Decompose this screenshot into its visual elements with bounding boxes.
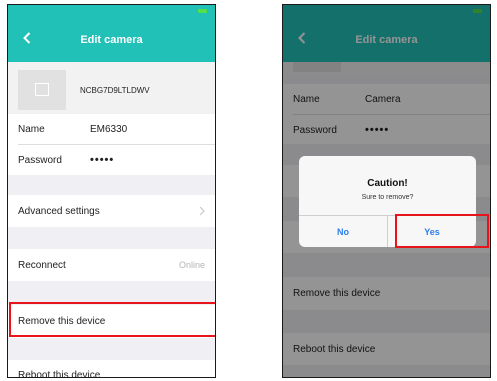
page-title: Edit camera [80,33,143,46]
no-button[interactable]: No [299,216,387,247]
remove-highlight-box [9,302,215,337]
chevron-right-icon [199,206,205,216]
chevron-left-icon [23,32,31,44]
password-value[interactable]: ••••• [90,154,114,166]
device-header: NCBG7D9LTLDWV [8,62,215,114]
reboot-device-label: Reboot this device [18,369,101,378]
name-value[interactable]: EM6330 [90,124,127,135]
password-row[interactable]: Password ••••• [8,145,215,175]
edit-camera-screen: Edit camera NCBG7D9LTLDWV Name EM6330 Pa… [7,4,216,378]
dialog-message: Sure to remove? [361,194,414,201]
camera-placeholder-icon [35,83,49,96]
device-id: NCBG7D9LTLDWV [80,86,150,95]
status-bar [8,5,215,17]
back-button[interactable] [18,28,36,48]
reconnect-row[interactable]: Reconnect Online [8,249,215,281]
nav-bar: Edit camera [8,17,215,62]
connection-status: Online [178,260,205,270]
camera-thumbnail [18,70,66,110]
name-label: Name [18,123,45,135]
battery-icon [198,9,207,13]
credentials-section: Name EM6330 Password ••••• [8,114,215,175]
reconnect-label: Reconnect [18,259,66,271]
advanced-settings-label: Advanced settings [18,205,100,217]
advanced-settings-content: Advanced settings [8,196,215,226]
password-label: Password [18,154,62,166]
yes-highlight-box [395,214,489,248]
reconnect-content: Reconnect Online [8,250,215,280]
dialog-title: Caution! [367,178,408,189]
name-row[interactable]: Name EM6330 [8,114,215,144]
remove-confirmation-screen: Edit camera Name Camera Password ••••• R… [282,4,491,378]
advanced-settings-row[interactable]: Advanced settings [8,195,215,227]
reboot-device-row[interactable]: Reboot this device [8,360,215,378]
reboot-device-content: Reboot this device [8,360,215,378]
